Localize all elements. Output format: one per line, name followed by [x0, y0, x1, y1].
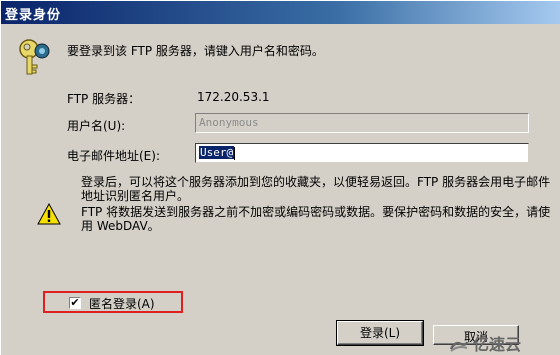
anonymous-login-highlight: ✔ 匿名登录(A): [43, 291, 183, 313]
key-icon: [19, 39, 50, 75]
anonymous-login-label[interactable]: 匿名登录(A): [89, 295, 155, 312]
warning-paragraph-1: 登录后，可以将这个服务器添加到您的收藏夹，以便轻易返回。FTP 服务器会用电子邮…: [81, 175, 551, 203]
window-title: 登录身份: [5, 8, 62, 23]
title-bar[interactable]: 登录身份: [1, 1, 560, 24]
server-label: FTP 服务器：: [67, 92, 141, 106]
warning-text: 登录后，可以将这个服务器添加到您的收藏夹，以便轻易返回。FTP 服务器会用电子邮…: [81, 175, 551, 235]
intro-text: 要登录到该 FTP 服务器，请键入用户名和密码。: [67, 44, 324, 58]
username-value: Anonymous: [199, 116, 259, 129]
username-label: 用户名(U):: [67, 119, 126, 133]
watermark-text: 亿速云: [473, 335, 522, 354]
server-value: 172.20.53.1: [197, 90, 270, 104]
checkbox-check-icon: ✔: [70, 296, 80, 309]
login-button[interactable]: 登录(L): [336, 320, 424, 346]
email-label: 电子邮件地址(E):: [67, 149, 160, 163]
watermark-logo-icon: [449, 341, 469, 352]
email-field[interactable]: User@: [195, 143, 529, 163]
email-value: User@: [199, 146, 235, 159]
warning-paragraph-2: FTP 将数据发送到服务器之前不加密或编码密码或数据。要保护密码和数据的安全，请…: [81, 205, 551, 233]
username-field[interactable]: Anonymous: [195, 113, 529, 133]
warning-icon: [37, 203, 61, 225]
watermark: 亿速云: [449, 331, 522, 354]
anonymous-login-checkbox[interactable]: ✔: [69, 297, 81, 309]
login-dialog: 登录身份 要登录到该 FTP 服务器，请键入用户名和密码。 FTP 服务器： 1…: [0, 0, 560, 355]
text-caret: [234, 146, 236, 160]
